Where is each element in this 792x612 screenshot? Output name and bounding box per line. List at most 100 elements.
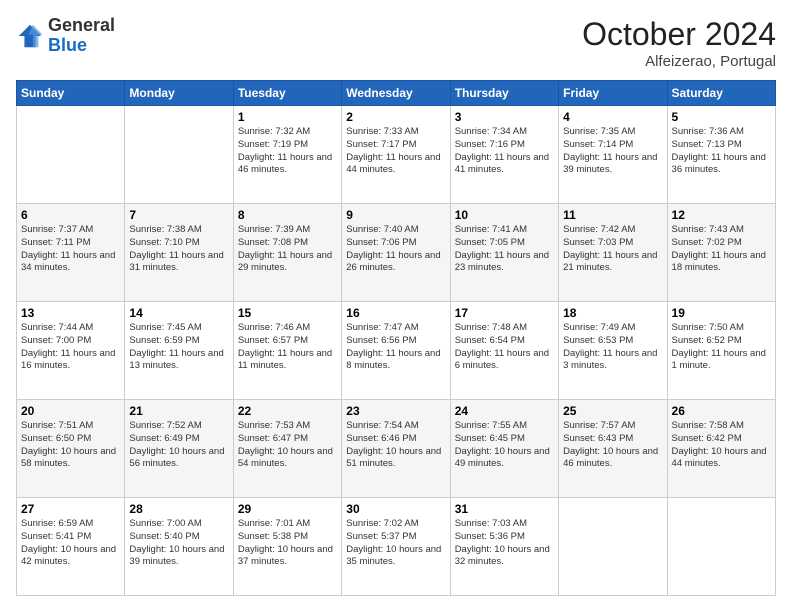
calendar-cell: 27Sunrise: 6:59 AMSunset: 5:41 PMDayligh… xyxy=(17,498,125,596)
day-number: 14 xyxy=(129,306,228,320)
calendar-cell: 2 Sunrise: 7:33 AMSunset: 7:17 PMDaylight… xyxy=(342,106,450,204)
day-info: Sunrise: 7:34 AMSunset: 7:16 PMDaylight:… xyxy=(455,126,554,177)
calendar-cell: 3Sunrise: 7:34 AMSunset: 7:16 PMDaylight… xyxy=(450,106,558,204)
calendar-cell: 14 Sunrise: 7:45 AMSunset: 6:59 PMDayligh… xyxy=(125,302,233,400)
day-number: 12 xyxy=(672,208,771,222)
day-info: Sunrise: 7:54 AMSunset: 6:46 PMDaylight:… xyxy=(346,420,445,471)
day-info: Sunrise: 7:53 AMSunset: 6:47 PMDaylight:… xyxy=(238,420,337,471)
day-info: Sunrise: 7:39 AMSunset: 7:08 PMDaylight:… xyxy=(238,224,337,275)
logo-blue: Blue xyxy=(48,35,87,55)
day-info: Sunrise: 7:42 AMSunset: 7:03 PMDaylight:… xyxy=(563,224,662,275)
month-title: October 2024 xyxy=(582,16,776,53)
calendar-cell: 25 Sunrise: 7:57 AMSunset: 6:43 PMDayligh… xyxy=(559,400,667,498)
calendar-cell: 19Sunrise: 7:50 AMSunset: 6:52 PMDayligh… xyxy=(667,302,775,400)
calendar-cell: 21 Sunrise: 7:52 AMSunset: 6:49 PMDayligh… xyxy=(125,400,233,498)
weekday-header: Friday xyxy=(559,81,667,106)
day-number: 6 xyxy=(21,208,120,222)
weekday-header: Wednesday xyxy=(342,81,450,106)
calendar-cell: 8 Sunrise: 7:39 AMSunset: 7:08 PMDaylight… xyxy=(233,204,341,302)
calendar-cell: 28 Sunrise: 7:00 AMSunset: 5:40 PMDayligh… xyxy=(125,498,233,596)
day-number: 2 xyxy=(346,110,445,124)
day-number: 5 xyxy=(672,110,771,124)
day-info: Sunrise: 7:45 AMSunset: 6:59 PMDaylight:… xyxy=(129,322,228,373)
calendar-cell: 1 Sunrise: 7:32 AMSunset: 7:19 PMDaylight… xyxy=(233,106,341,204)
day-info: Sunrise: 7:47 AMSunset: 6:56 PMDaylight:… xyxy=(346,322,445,373)
calendar-cell: 20 Sunrise: 7:51 AMSunset: 6:50 PMDayligh… xyxy=(17,400,125,498)
day-number: 26 xyxy=(672,404,771,418)
calendar-cell xyxy=(667,498,775,596)
day-info: Sunrise: 7:52 AMSunset: 6:49 PMDaylight:… xyxy=(129,420,228,471)
calendar-header-row: SundayMondayTuesdayWednesdayThursdayFrid… xyxy=(17,81,776,106)
day-info: Sunrise: 7:51 AMSunset: 6:50 PMDaylight:… xyxy=(21,420,120,471)
day-number: 22 xyxy=(238,404,337,418)
calendar-cell: 6Sunrise: 7:37 AMSunset: 7:11 PMDaylight… xyxy=(17,204,125,302)
calendar-cell: 17 Sunrise: 7:48 AMSunset: 6:54 PMDayligh… xyxy=(450,302,558,400)
day-number: 8 xyxy=(238,208,337,222)
day-info: Sunrise: 7:46 AMSunset: 6:57 PMDaylight:… xyxy=(238,322,337,373)
weekday-header: Thursday xyxy=(450,81,558,106)
calendar-cell: 30 Sunrise: 7:02 AMSunset: 5:37 PMDayligh… xyxy=(342,498,450,596)
location: Alfeizerao, Portugal xyxy=(582,53,776,70)
day-number: 19 xyxy=(672,306,771,320)
day-info: Sunrise: 7:41 AMSunset: 7:05 PMDaylight:… xyxy=(455,224,554,275)
calendar-cell: 12 Sunrise: 7:43 AMSunset: 7:02 PMDayligh… xyxy=(667,204,775,302)
calendar-cell: 5 Sunrise: 7:36 AMSunset: 7:13 PMDaylight… xyxy=(667,106,775,204)
day-number: 21 xyxy=(129,404,228,418)
day-info: Sunrise: 7:01 AMSunset: 5:38 PMDaylight:… xyxy=(238,518,337,569)
day-number: 17 xyxy=(455,306,554,320)
calendar-table: SundayMondayTuesdayWednesdayThursdayFrid… xyxy=(16,80,776,596)
day-number: 23 xyxy=(346,404,445,418)
calendar-cell: 7Sunrise: 7:38 AMSunset: 7:10 PMDaylight… xyxy=(125,204,233,302)
day-info: Sunrise: 7:33 AMSunset: 7:17 PMDaylight:… xyxy=(346,126,445,177)
calendar-cell: 23 Sunrise: 7:54 AMSunset: 6:46 PMDayligh… xyxy=(342,400,450,498)
calendar-cell: 10 Sunrise: 7:41 AMSunset: 7:05 PMDayligh… xyxy=(450,204,558,302)
calendar-cell: 24 Sunrise: 7:55 AMSunset: 6:45 PMDayligh… xyxy=(450,400,558,498)
calendar-cell: 16Sunrise: 7:47 AMSunset: 6:56 PMDayligh… xyxy=(342,302,450,400)
calendar-cell: 9 Sunrise: 7:40 AMSunset: 7:06 PMDaylight… xyxy=(342,204,450,302)
day-number: 20 xyxy=(21,404,120,418)
day-info: Sunrise: 7:49 AMSunset: 6:53 PMDaylight:… xyxy=(563,322,662,373)
day-number: 4 xyxy=(563,110,662,124)
day-number: 18 xyxy=(563,306,662,320)
calendar-cell: 22 Sunrise: 7:53 AMSunset: 6:47 PMDayligh… xyxy=(233,400,341,498)
calendar-cell: 4 Sunrise: 7:35 AMSunset: 7:14 PMDaylight… xyxy=(559,106,667,204)
day-info: Sunrise: 7:48 AMSunset: 6:54 PMDaylight:… xyxy=(455,322,554,373)
day-number: 30 xyxy=(346,502,445,516)
calendar-cell: 29Sunrise: 7:01 AMSunset: 5:38 PMDayligh… xyxy=(233,498,341,596)
day-info: Sunrise: 6:59 AMSunset: 5:41 PMDaylight:… xyxy=(21,518,120,569)
calendar-cell: 11 Sunrise: 7:42 AMSunset: 7:03 PMDayligh… xyxy=(559,204,667,302)
logo-text: General Blue xyxy=(48,16,115,56)
weekday-header: Tuesday xyxy=(233,81,341,106)
day-info: Sunrise: 7:55 AMSunset: 6:45 PMDaylight:… xyxy=(455,420,554,471)
day-info: Sunrise: 7:40 AMSunset: 7:06 PMDaylight:… xyxy=(346,224,445,275)
day-info: Sunrise: 7:58 AMSunset: 6:42 PMDaylight:… xyxy=(672,420,771,471)
day-number: 10 xyxy=(455,208,554,222)
logo-icon xyxy=(16,22,44,50)
day-number: 11 xyxy=(563,208,662,222)
day-info: Sunrise: 7:02 AMSunset: 5:37 PMDaylight:… xyxy=(346,518,445,569)
day-info: Sunrise: 7:57 AMSunset: 6:43 PMDaylight:… xyxy=(563,420,662,471)
day-info: Sunrise: 7:00 AMSunset: 5:40 PMDaylight:… xyxy=(129,518,228,569)
calendar-week-row: 20 Sunrise: 7:51 AMSunset: 6:50 PMDayligh… xyxy=(17,400,776,498)
weekday-header: Saturday xyxy=(667,81,775,106)
day-number: 25 xyxy=(563,404,662,418)
day-number: 28 xyxy=(129,502,228,516)
day-info: Sunrise: 7:32 AMSunset: 7:19 PMDaylight:… xyxy=(238,126,337,177)
day-info: Sunrise: 7:44 AMSunset: 7:00 PMDaylight:… xyxy=(21,322,120,373)
title-block: October 2024 Alfeizerao, Portugal xyxy=(582,16,776,70)
logo: General Blue xyxy=(16,16,115,56)
day-number: 9 xyxy=(346,208,445,222)
header: General Blue October 2024 Alfeizerao, Po… xyxy=(16,16,776,70)
day-number: 24 xyxy=(455,404,554,418)
day-info: Sunrise: 7:36 AMSunset: 7:13 PMDaylight:… xyxy=(672,126,771,177)
calendar-cell: 18 Sunrise: 7:49 AMSunset: 6:53 PMDayligh… xyxy=(559,302,667,400)
day-number: 13 xyxy=(21,306,120,320)
day-info: Sunrise: 7:43 AMSunset: 7:02 PMDaylight:… xyxy=(672,224,771,275)
day-info: Sunrise: 7:35 AMSunset: 7:14 PMDaylight:… xyxy=(563,126,662,177)
calendar-cell xyxy=(17,106,125,204)
calendar-cell: 15Sunrise: 7:46 AMSunset: 6:57 PMDayligh… xyxy=(233,302,341,400)
day-number: 1 xyxy=(238,110,337,124)
logo-general: General xyxy=(48,15,115,35)
weekday-header: Monday xyxy=(125,81,233,106)
calendar-week-row: 13 Sunrise: 7:44 AMSunset: 7:00 PMDayligh… xyxy=(17,302,776,400)
